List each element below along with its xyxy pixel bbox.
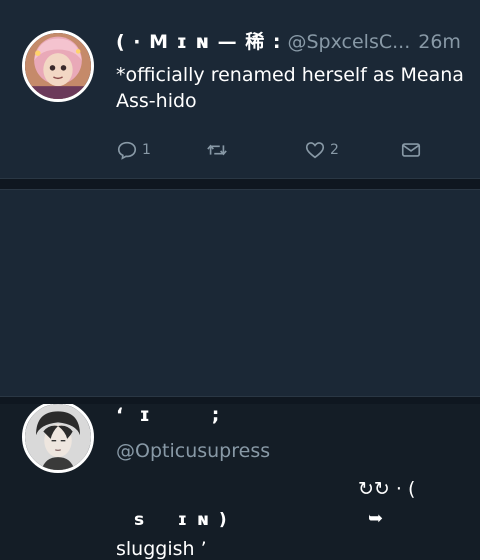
- reply-button[interactable]: 1: [116, 138, 151, 162]
- display-name[interactable]: ( · M ɪ ɴ — 稀 :: [116, 31, 282, 53]
- tweet-header: ( · M ɪ ɴ — 稀 : @SpxcelsC... 26m: [116, 30, 461, 54]
- dark-haired-anime-avatar-icon: [25, 404, 91, 470]
- like-count: 2: [330, 142, 339, 158]
- retweet-icon: [207, 144, 227, 156]
- tweet-actions: 1 2: [116, 138, 436, 162]
- user-handle[interactable]: @Opticusupress: [116, 440, 270, 462]
- user-handle[interactable]: @SpxcelsC...: [288, 31, 411, 53]
- reply-count: 1: [142, 142, 151, 158]
- display-name[interactable]: ‘ ɪ ;: [116, 404, 220, 426]
- tweet-text: sluggish ’: [116, 538, 207, 560]
- pink-haired-anime-avatar-icon: [25, 33, 91, 99]
- direct-message-button[interactable]: [400, 138, 422, 162]
- tweet-divider: [0, 396, 480, 404]
- like-button[interactable]: 2: [304, 138, 339, 162]
- tweet-text: *officially renamed herself as Meana Ass…: [116, 64, 464, 112]
- tweet-text-line: s ɪ ɴ ): [134, 510, 229, 530]
- tweet-text-line: ➥: [368, 508, 384, 529]
- envelope-icon: [401, 143, 421, 157]
- retweet-button[interactable]: [206, 138, 232, 162]
- reply-icon: [117, 141, 137, 160]
- avatar[interactable]: [22, 401, 94, 473]
- avatar[interactable]: [22, 30, 94, 102]
- tweet-text-line: ↻↻ · (: [358, 478, 416, 500]
- timeline-feed: ( · M ɪ ɴ — 稀 : @SpxcelsC... 26m *official…: [0, 0, 480, 560]
- tweet-card[interactable]: ( · M ɪ ɴ — 稀 : @SpxcelsC... 26m *official…: [0, 0, 480, 178]
- heart-icon: [305, 142, 325, 159]
- timestamp[interactable]: 26m: [418, 31, 461, 53]
- tweet-divider: [0, 178, 480, 190]
- tweet-card[interactable]: ‘ ɪ ; @Opticusupress ↻↻ · ( s ɪ ɴ ) ➥ sl…: [0, 190, 480, 560]
